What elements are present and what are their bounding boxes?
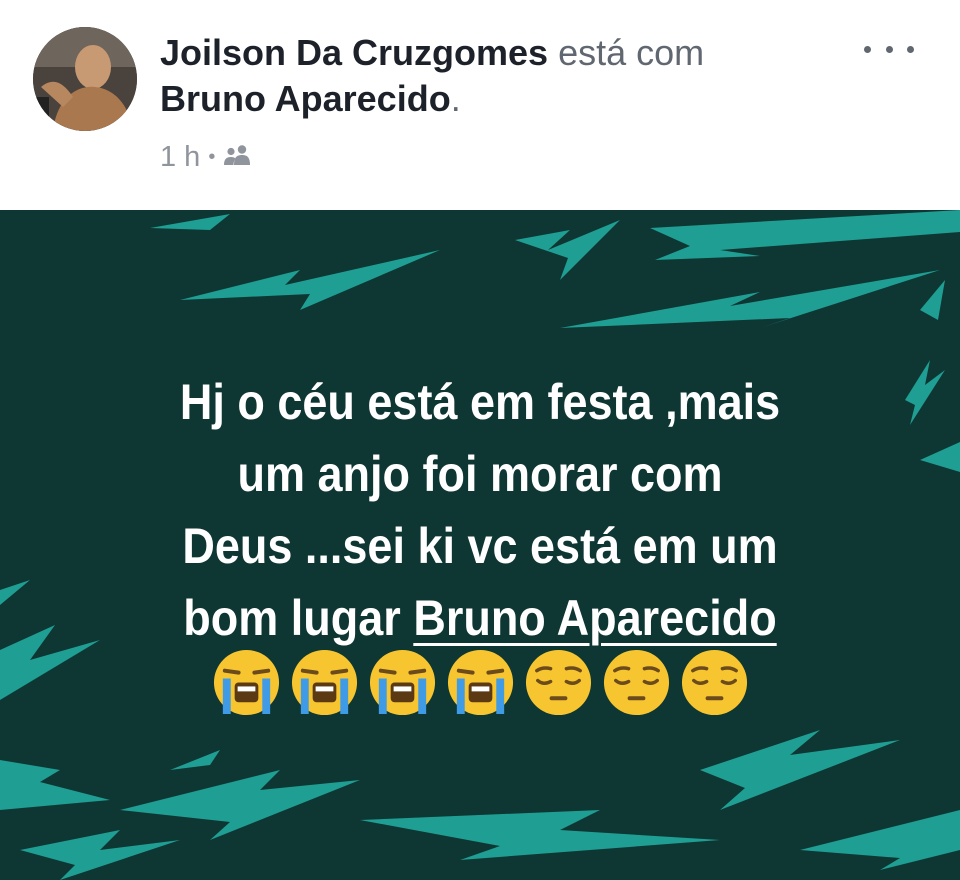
author-avatar[interactable] [33,27,137,131]
message-line-4-text: bom lugar [183,590,414,646]
mention-link[interactable]: Bruno Aparecido [413,590,776,646]
message-line-1: Hj o céu está em festa ,mais [179,374,781,430]
post-timestamp[interactable]: 1 h [160,141,200,174]
avatar-photo [33,27,137,131]
facebook-post: Joilson Da Cruzgomes está com Bruno Apar… [0,0,960,880]
status-background-card: Hj o céu está em festa ,mais um anjo foi… [0,210,960,880]
friends-icon [223,141,251,174]
tagged-suffix: . [450,78,461,119]
message-line-2: um anjo foi morar com [237,446,723,502]
pensive-face-icon [679,647,750,718]
post-author-line: Joilson Da Cruzgomes está com Bruno Apar… [160,30,860,122]
pensive-face-icon [523,647,594,718]
message-line-3: Deus ...sei ki vc está em um [182,518,778,574]
message-line-4: bom lugar Bruno Aparecido [102,582,858,654]
emoji-row [0,647,960,718]
loudly-crying-face-icon [445,647,516,718]
status-message: Hj o céu está em festa ,mais um anjo foi… [102,366,858,654]
with-connector: está com [558,32,705,73]
pensive-face-icon [601,647,672,718]
author-name-link[interactable]: Joilson Da Cruzgomes [160,32,548,73]
post-meta: 1 h • [160,140,251,174]
more-options-icon[interactable] [864,34,914,64]
loudly-crying-face-icon [367,647,438,718]
tagged-friend-link[interactable]: Bruno Aparecido [160,78,451,119]
loudly-crying-face-icon [211,647,282,718]
meta-separator: • [208,145,216,168]
post-header: Joilson Da Cruzgomes está com Bruno Apar… [0,0,960,210]
loudly-crying-face-icon [289,647,360,718]
